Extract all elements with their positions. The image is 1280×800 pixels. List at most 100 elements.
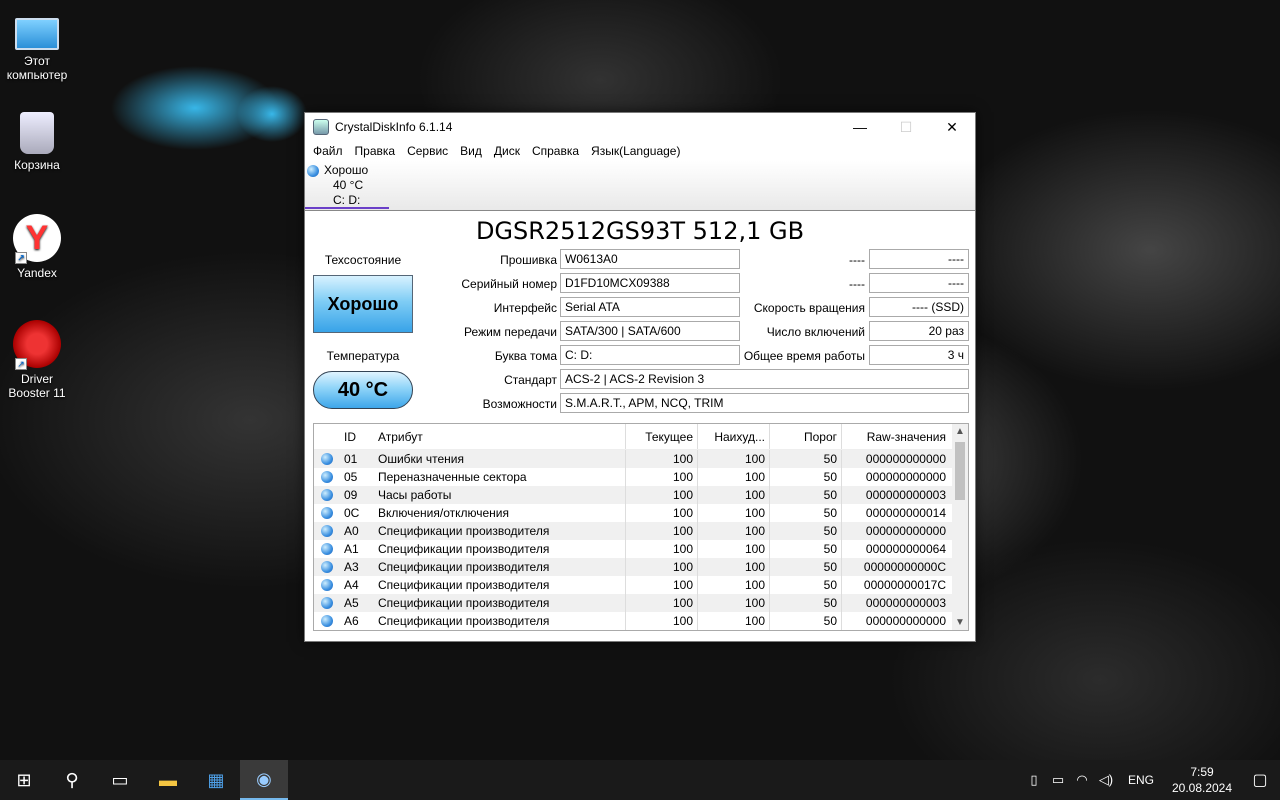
col-attribute[interactable]: Атрибут	[378, 424, 626, 449]
blank-label-2: ----	[849, 277, 865, 291]
col-id[interactable]: ID	[344, 430, 378, 444]
table-row[interactable]: A5 Спецификации производителя 100 100 50 0000…	[314, 594, 968, 612]
desktop-icon-driver-booster[interactable]: ↗ Driver Booster 11	[2, 320, 72, 400]
row-worst: 100	[698, 468, 770, 486]
disk-tab-letters: C: D:	[333, 193, 361, 207]
title-bar[interactable]: CrystalDiskInfo 6.1.14 — ☐ ✕	[305, 113, 975, 141]
row-id: A5	[344, 596, 359, 610]
system-tray: ▯ ▭ ◠ ◁) ENG 7:59 20.08.2024 ▢	[1022, 760, 1280, 800]
volume-icon[interactable]: ◁)	[1094, 772, 1118, 788]
file-explorer-icon[interactable]: ▬	[144, 760, 192, 800]
row-worst: 100	[698, 594, 770, 612]
minimize-button[interactable]: —	[837, 113, 883, 141]
table-row[interactable]: A3 Спецификации производителя 100 100 50 0000…	[314, 558, 968, 576]
table-row[interactable]: 0C Включения/отключения 100 100 50 0000000000…	[314, 504, 968, 522]
desktop-icon-recycle-bin[interactable]: Корзина	[2, 112, 72, 172]
row-raw: 000000000000	[865, 452, 946, 466]
menu-help[interactable]: Справка	[526, 144, 585, 158]
table-row[interactable]: 09 Часы работы 100 100 50 000000000003	[314, 486, 968, 504]
status-good-icon	[307, 164, 319, 177]
desktop-icon-yandex[interactable]: Y ↗ Yandex	[2, 214, 72, 280]
wifi-icon[interactable]: ◠	[1070, 772, 1094, 788]
row-threshold: 50	[770, 540, 842, 558]
health-title: Техсостояние	[324, 253, 402, 267]
clock[interactable]: 7:59 20.08.2024	[1164, 764, 1240, 796]
row-worst: 100	[698, 540, 770, 558]
disk-tab-temp: 40 °C	[333, 178, 364, 192]
row-raw: 000000000003	[865, 488, 946, 502]
col-raw[interactable]: Raw-значения	[842, 430, 952, 444]
windows-start-icon[interactable]: ⊞	[0, 760, 48, 800]
table-row[interactable]: 05 Переназначенные сектора 100 100 50 0000000…	[314, 468, 968, 486]
yandex-browser-icon: Y ↗	[13, 214, 61, 264]
firmware-value: W0613A0	[560, 249, 740, 269]
status-good-icon	[320, 597, 333, 609]
temperature-title: Температура	[326, 349, 400, 363]
health-status-button[interactable]: Хорошо	[313, 275, 413, 333]
row-attribute: Спецификации производителя	[378, 612, 626, 630]
row-raw: 000000000000	[865, 614, 946, 628]
row-id: A0	[344, 524, 359, 538]
standard-value: ACS-2 | ACS-2 Revision 3	[560, 369, 969, 389]
row-current: 100	[626, 576, 698, 594]
table-row[interactable]: A0 Спецификации производителя 100 100 50 0000…	[314, 522, 968, 540]
blank-label-1: ----	[849, 253, 865, 267]
row-current: 100	[626, 486, 698, 504]
menu-edit[interactable]: Правка	[349, 144, 402, 158]
menu-disk[interactable]: Диск	[488, 144, 526, 158]
row-attribute: Спецификации производителя	[378, 540, 626, 558]
temperature-button[interactable]: 40 °C	[313, 371, 413, 409]
row-worst: 100	[698, 558, 770, 576]
task-view-icon[interactable]: ▭	[96, 760, 144, 800]
row-attribute: Переназначенные сектора	[378, 468, 626, 486]
smart-scrollbar[interactable]: ▲ ▼	[952, 424, 968, 630]
usb-icon[interactable]: ▯	[1022, 772, 1046, 788]
col-threshold[interactable]: Порог	[770, 424, 842, 449]
menu-file[interactable]: Файл	[307, 144, 349, 158]
row-raw: 000000000000	[865, 470, 946, 484]
status-good-icon	[320, 579, 333, 591]
language-indicator[interactable]: ENG	[1118, 773, 1164, 787]
row-threshold: 50	[770, 612, 842, 630]
features-value: S.M.A.R.T., APM, NCQ, TRIM	[560, 393, 969, 413]
battery-icon[interactable]: ▭	[1046, 772, 1070, 788]
computer-icon	[15, 18, 59, 50]
close-button[interactable]: ✕	[929, 113, 975, 141]
row-id: 0C	[344, 506, 360, 520]
menu-language[interactable]: Язык(Language)	[585, 144, 686, 158]
notification-icon[interactable]: ▢	[1240, 770, 1280, 790]
desktop-icon-this-pc[interactable]: Этот компьютер	[2, 10, 72, 82]
maximize-button[interactable]: ☐	[883, 113, 929, 141]
row-current: 100	[626, 522, 698, 540]
disk-tab-status: Хорошо	[324, 163, 369, 177]
table-row[interactable]: 01 Ошибки чтения 100 100 50 000000000000	[314, 450, 968, 468]
scroll-up-icon[interactable]: ▲	[952, 426, 968, 437]
row-worst: 100	[698, 450, 770, 468]
row-threshold: 50	[770, 486, 842, 504]
status-good-icon	[320, 525, 333, 537]
disk-tab[interactable]: Хорошо 40 °C C: D:	[305, 161, 389, 209]
power-hours-label: Общее время работы	[743, 349, 865, 363]
col-worst[interactable]: Наихуд...	[698, 424, 770, 449]
row-current: 100	[626, 594, 698, 612]
recycle-bin-icon	[20, 112, 54, 154]
status-good-icon	[320, 489, 333, 501]
row-current: 100	[626, 450, 698, 468]
scroll-down-icon[interactable]: ▼	[952, 617, 968, 628]
row-worst: 100	[698, 504, 770, 522]
row-worst: 100	[698, 612, 770, 630]
store-icon[interactable]: ▦	[192, 760, 240, 800]
col-current[interactable]: Текущее	[626, 424, 698, 449]
crystaldiskinfo-icon[interactable]: ◉	[240, 760, 288, 800]
menu-service[interactable]: Сервис	[401, 144, 454, 158]
row-id: 09	[344, 488, 358, 502]
search-icon[interactable]: ⚲	[48, 760, 96, 800]
window-title: CrystalDiskInfo 6.1.14	[335, 120, 453, 134]
table-row[interactable]: A4 Спецификации производителя 100 100 50 0000…	[314, 576, 968, 594]
menu-view[interactable]: Вид	[454, 144, 488, 158]
table-row[interactable]: A6 Спецификации производителя 100 100 50 0000…	[314, 612, 968, 630]
scroll-thumb[interactable]	[955, 442, 965, 500]
smart-table[interactable]: ID Атрибут Текущее Наихуд... Порог Raw-з…	[313, 423, 969, 631]
transfer-label: Режим передачи	[464, 325, 557, 339]
table-row[interactable]: A1 Спецификации производителя 100 100 50 0000…	[314, 540, 968, 558]
